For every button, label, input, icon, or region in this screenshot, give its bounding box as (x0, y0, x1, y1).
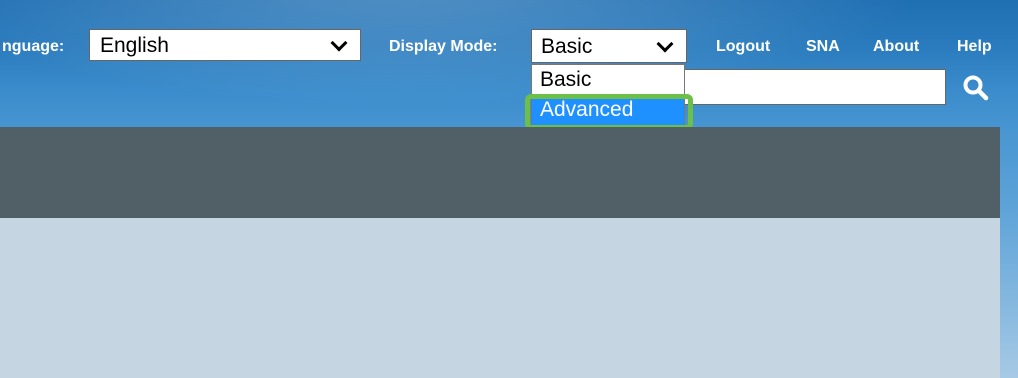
search-input[interactable] (684, 69, 946, 105)
top-header: nguage: English Display Mode: Basic Logo… (0, 0, 1018, 128)
display-mode-label: Display Mode: (389, 38, 498, 55)
about-link[interactable]: About (873, 38, 919, 56)
language-select[interactable]: English (89, 29, 361, 61)
search-icon[interactable] (962, 74, 990, 102)
sna-link[interactable]: SNA (806, 38, 840, 56)
dropdown-option-basic[interactable]: Basic (532, 65, 684, 95)
display-mode-select-value: Basic (541, 35, 593, 58)
language-select-value: English (100, 34, 169, 57)
display-mode-select[interactable]: Basic (531, 29, 687, 63)
chevron-down-icon (656, 35, 674, 53)
dropdown-option-advanced[interactable]: Advanced (532, 95, 684, 125)
page-title-band (0, 127, 1000, 218)
language-label: nguage: (2, 38, 65, 55)
logout-link[interactable]: Logout (716, 38, 770, 56)
display-mode-dropdown: Basic Advanced (531, 64, 685, 126)
chevron-down-icon (330, 34, 348, 52)
help-link[interactable]: Help (957, 38, 992, 56)
main-content-area (0, 218, 1000, 378)
